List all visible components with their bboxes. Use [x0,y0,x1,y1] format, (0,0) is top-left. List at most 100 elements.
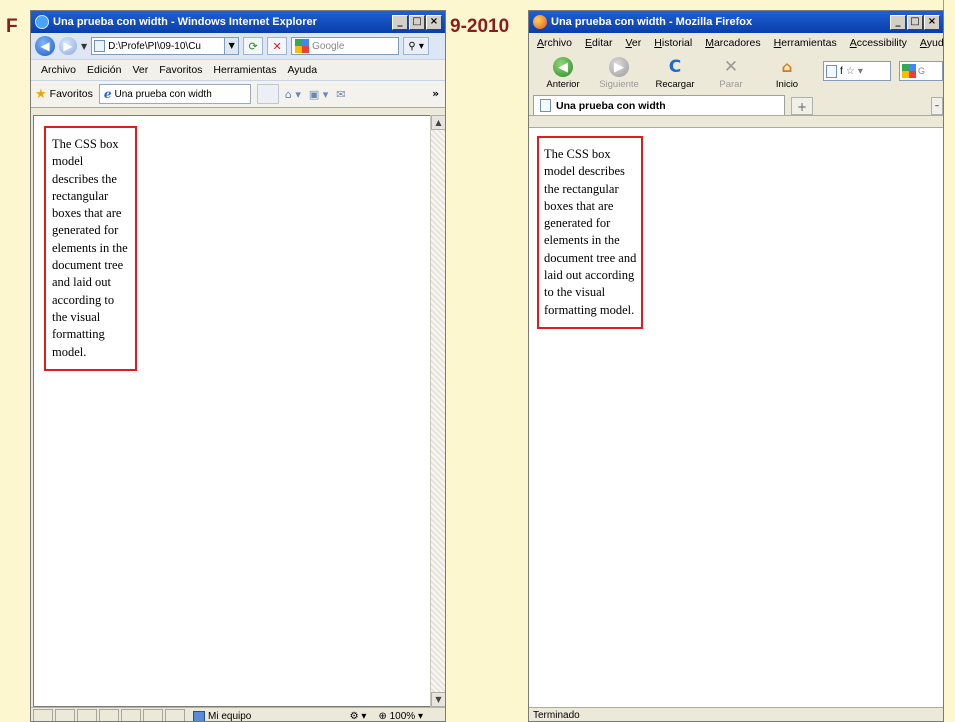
stop-icon: ✕ [723,57,739,77]
ie-vertical-scrollbar[interactable]: ▲ ▼ [430,115,445,707]
page-icon [826,64,837,78]
maximize-button[interactable]: □ [907,14,923,30]
ie-favorites-bar: ★ Favoritos e Una prueba con width ⌂ ▾ ▣… [31,81,445,108]
ff-search-text: G [918,66,926,76]
computer-icon [193,710,205,721]
zoom-area: ⚙ ▾ ⊕ 100% ▾ [350,711,423,722]
home-icon: ⌂ [781,58,793,76]
menu-archivo[interactable]: Archivo [41,64,76,76]
home-label: Inicio [775,79,799,90]
ie-logo-icon: e [103,87,112,101]
reload-button[interactable]: C Recargar [647,53,703,90]
forward-arrow-icon[interactable]: ▶ [59,37,77,55]
home-button[interactable]: ⌂ Inicio [759,53,815,90]
menu-accessibility[interactable]: Accessibility [850,37,907,49]
ie-address-row: ◀ ▶ ▼ D:\Profe\PI\09-10\Cu ▼ ⟳ ✕ Google … [31,33,445,59]
menu-edicion[interactable]: Edición [87,64,121,76]
menu-ayuda[interactable]: Ayuda [920,37,943,49]
ie-window: Una prueba con width - Windows Internet … [30,10,446,722]
address-dropdown-icon[interactable]: ▼ [224,38,239,54]
menu-herramientas[interactable]: Herramientas [774,37,837,49]
tab-list-dropdown-icon[interactable]: – [931,97,943,115]
back-arrow-icon: ◀ [553,57,573,77]
menu-archivo[interactable]: Archivo [537,37,572,49]
ff-window-title: Una prueba con width - Mozilla Firefox [551,16,753,28]
slide-title-left-fragment: F [6,16,18,37]
status-segment [165,709,185,721]
favorites-button[interactable]: ★ Favoritos [35,87,93,102]
maximize-button[interactable]: □ [409,14,425,30]
status-segment [55,709,75,721]
status-segment [77,709,97,721]
back-label: Anterior [546,79,580,90]
reload-icon: C [668,57,682,77]
slide-right-border [943,0,955,722]
protected-mode-icon[interactable]: ⚙ ▾ [350,711,367,722]
ff-url-bar[interactable]: f ☆ ▾ [823,61,891,81]
home-icon[interactable]: ⌂ ▾ [285,88,301,101]
new-tab-button[interactable]: + [791,97,813,115]
ie-new-tab-button[interactable] [256,84,279,104]
close-button[interactable]: × [426,14,442,30]
ff-titlebar[interactable]: Una prueba con width - Mozilla Firefox _… [529,11,943,33]
favorites-star-icon: ★ [35,86,47,102]
menu-ayuda[interactable]: Ayuda [287,64,317,76]
ie-address-bar[interactable]: D:\Profe\PI\09-10\Cu ▼ [91,37,240,55]
back-button[interactable]: ◀ Anterior [535,53,591,90]
ff-tab[interactable]: Una prueba con width [533,95,785,115]
ff-navigation-toolbar: ◀ Anterior ▶ Siguiente C Recargar ✕ Para… [529,53,943,93]
ie-app-icon [35,15,49,29]
page-icon [94,40,106,52]
menu-editar[interactable]: Editar [585,37,612,49]
ff-menubar: Archivo Editar Ver Historial Marcadores … [529,33,943,53]
ie-tab[interactable]: e Una prueba con width [98,84,251,104]
menu-marcadores[interactable]: Marcadores [705,37,760,49]
more-tools-chevron-icon[interactable]: » [432,88,439,100]
ie-page-content: The CSS box model describes the rectangu… [33,115,445,707]
ff-search-box[interactable]: G [899,61,943,81]
menu-ver[interactable]: Ver [132,64,148,76]
status-segment [33,709,53,721]
slide-title-right-fragment: 9-2010 [450,16,510,37]
minimize-button[interactable]: _ [392,14,408,30]
ie-search-box[interactable]: Google [291,37,400,55]
search-icon[interactable]: ⚲ ▾ [403,37,430,55]
ie-window-controls: _ □ × [392,14,442,30]
ie-window-title: Una prueba con width - Windows Internet … [53,16,317,28]
stop-icon[interactable]: ✕ [267,37,288,55]
ff-url-text: f [840,65,843,77]
mail-icon[interactable]: ✉ [336,88,345,101]
page-icon [540,99,551,112]
zoom-control[interactable]: ⊕ 100% ▾ [378,711,423,722]
scroll-down-arrow-icon[interactable]: ▼ [431,692,445,707]
menu-historial[interactable]: Historial [654,37,692,49]
minimize-button[interactable]: _ [890,14,906,30]
ie-titlebar[interactable]: Una prueba con width - Windows Internet … [31,11,445,33]
ie-tab-label: Una prueba con width [114,88,212,100]
menu-favoritos[interactable]: Favoritos [159,64,202,76]
ie-command-bar: ⌂ ▾ ▣ ▾ ✉ [285,88,346,101]
menu-ver[interactable]: Ver [625,37,641,49]
recent-pages-dropdown-icon[interactable]: ▼ [81,42,87,51]
ff-tab-label: Una prueba con width [556,99,666,112]
ie-width-box: The CSS box model describes the rectangu… [44,126,137,371]
forward-label: Siguiente [599,79,639,90]
back-arrow-icon[interactable]: ◀ [35,36,55,56]
ff-tab-bar: Una prueba con width + – [529,93,943,116]
feeds-icon[interactable]: ▣ ▾ [309,88,328,101]
scroll-up-arrow-icon[interactable]: ▲ [431,115,445,130]
google-logo-icon [295,39,310,53]
ff-width-box: The CSS box model describes the rectangu… [537,136,643,329]
forward-button[interactable]: ▶ Siguiente [591,53,647,90]
bookmark-star-icon[interactable]: ☆ ▾ [846,66,863,77]
favorites-label: Favoritos [49,88,93,100]
ff-window-controls: _ □ × [890,14,940,30]
ie-menubar: Archivo Edición Ver Favoritos Herramient… [31,59,445,81]
menu-herramientas[interactable]: Herramientas [213,64,276,76]
refresh-icon[interactable]: ⟳ [243,37,264,55]
close-button[interactable]: × [924,14,940,30]
status-zone: Mi equipo [193,710,251,721]
ie-statusbar: Mi equipo ⚙ ▾ ⊕ 100% ▾ [31,707,445,722]
stop-button[interactable]: ✕ Parar [703,53,759,90]
stop-label: Parar [719,79,743,90]
